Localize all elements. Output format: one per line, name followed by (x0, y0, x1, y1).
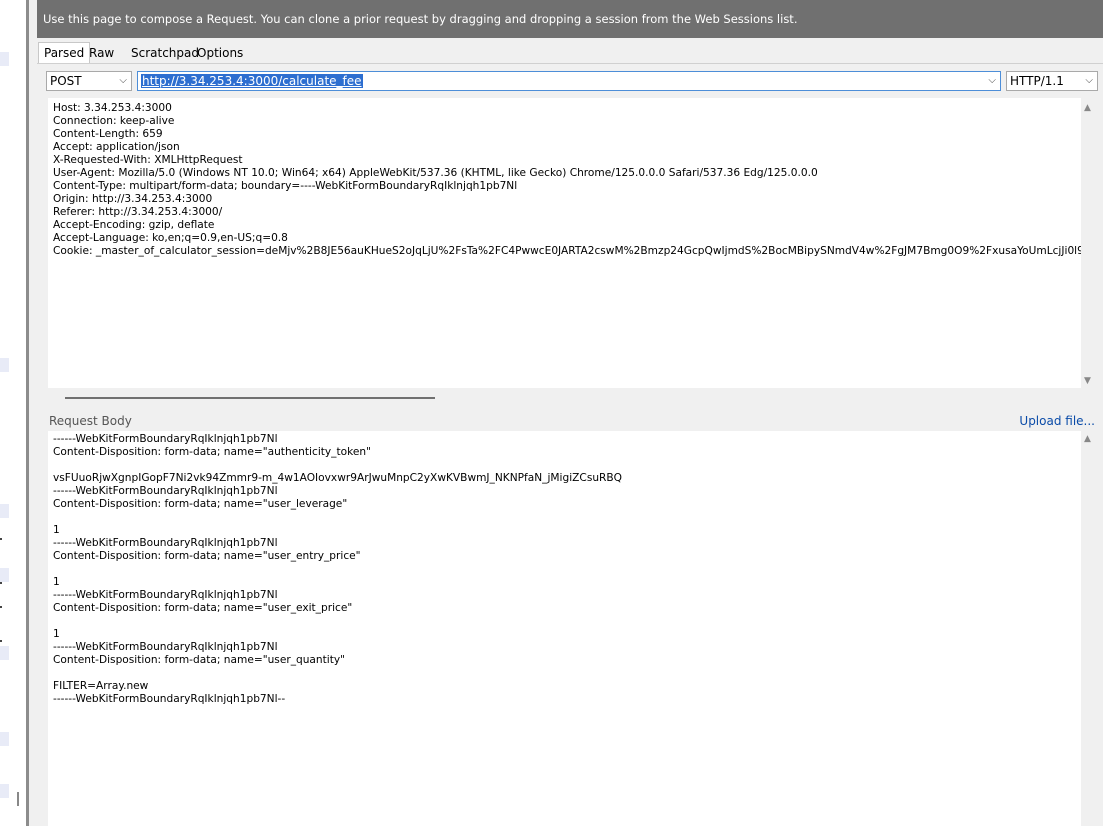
chevron-down-icon[interactable]: ⌵ (988, 72, 996, 90)
method-value: POST (50, 74, 82, 88)
session-row-edge[interactable] (0, 568, 9, 582)
upload-file-link[interactable]: Upload file... (1019, 414, 1095, 428)
body-line: 1 (53, 576, 60, 588)
tab-divider (37, 63, 1103, 64)
headers-vertical-scrollbar[interactable]: ▲ ▼ (1081, 98, 1097, 390)
splitter-grip[interactable] (17, 792, 19, 806)
scrollbar-thumb[interactable] (65, 397, 435, 399)
body-line: ------WebKitFormBoundaryRqIklnjqh1pb7Nl (53, 641, 278, 653)
header-line: Host: 3.34.253.4:3000 (53, 102, 172, 114)
session-row-edge[interactable] (0, 52, 9, 66)
chevron-down-icon[interactable]: ⌵ (1085, 72, 1093, 90)
session-row-edge[interactable] (0, 358, 9, 372)
body-line (53, 667, 1081, 680)
body-line: Content-Disposition: form-data; name="us… (53, 498, 348, 510)
body-line: ------WebKitFormBoundaryRqIklnjqh1pb7Nl (53, 485, 278, 497)
header-line: Content-Length: 659 (53, 128, 163, 140)
header-line: X-Requested-With: XMLHttpRequest (53, 154, 243, 166)
body-line: ------WebKitFormBoundaryRqIklnjqh1pb7Nl (53, 589, 278, 601)
header-line: Cookie: _master_of_calculator_session=de… (53, 245, 1081, 257)
scroll-up-icon[interactable]: ▲ (1084, 434, 1091, 444)
header-line: Content-Type: multipart/form-data; bound… (53, 180, 518, 192)
request-headers-editor[interactable]: Host: 3.34.253.4:3000 Connection: keep-al… (48, 98, 1081, 388)
info-banner: Use this page to compose a Request. You … (37, 0, 1103, 38)
body-line: ------WebKitFormBoundaryRqIklnjqh1pb7Nl-… (53, 693, 286, 705)
url-value: http://3.34.253.4:3000/calculate_fee (141, 74, 363, 88)
sessions-pane-edge (0, 0, 26, 826)
headers-horizontal-scrollbar[interactable] (48, 389, 1081, 406)
body-line (53, 459, 1081, 472)
body-line: Content-Disposition: form-data; name="us… (53, 654, 346, 666)
header-line: Accept-Language: ko,en;q=0.9,en-US;q=0.8 (53, 232, 288, 244)
body-vertical-scrollbar[interactable]: ▲ (1081, 431, 1097, 826)
session-row-edge[interactable] (0, 646, 9, 660)
pane-splitter[interactable] (17, 0, 36, 826)
tab-raw[interactable]: Raw (84, 44, 119, 63)
body-line (53, 563, 1081, 576)
session-row-marker (0, 606, 2, 608)
body-line (53, 615, 1081, 628)
body-line: Content-Disposition: form-data; name="us… (53, 602, 353, 614)
header-line: Accept: application/json (53, 141, 180, 153)
header-line: Accept-Encoding: gzip, deflate (53, 219, 215, 231)
request-body-editor[interactable]: ------WebKitFormBoundaryRqIklnjqh1pb7Nl C… (48, 431, 1081, 826)
body-line: 1 (53, 524, 60, 536)
body-line: 1 (53, 628, 60, 640)
http-version-select[interactable]: HTTP/1.1 ⌵ (1006, 71, 1098, 91)
body-line: Content-Disposition: form-data; name="au… (53, 446, 371, 458)
session-row-edge[interactable] (0, 732, 9, 746)
http-version-value: HTTP/1.1 (1010, 74, 1064, 88)
body-line: Content-Disposition: form-data; name="us… (53, 550, 361, 562)
session-row-marker (0, 582, 2, 584)
body-line: ------WebKitFormBoundaryRqIklnjqh1pb7Nl (53, 537, 278, 549)
body-line: FILTER=Array.new (53, 680, 149, 692)
header-line: Connection: keep-alive (53, 115, 175, 127)
splitter-line (26, 0, 29, 826)
session-row-edge[interactable] (0, 784, 9, 798)
header-line: Referer: http://3.34.253.4:3000/ (53, 206, 223, 218)
header-line: Origin: http://3.34.253.4:3000 (53, 193, 213, 205)
session-row-marker (0, 640, 2, 642)
chevron-down-icon[interactable]: ⌵ (119, 72, 127, 90)
method-select[interactable]: POST ⌵ (46, 71, 132, 91)
tab-options[interactable]: Options (192, 44, 248, 63)
url-input[interactable]: http://3.34.253.4:3000/calculate_fee ⌵ (137, 71, 1001, 91)
scroll-up-icon[interactable]: ▲ (1084, 103, 1091, 113)
header-line: User-Agent: Mozilla/5.0 (Windows NT 10.0… (53, 167, 818, 179)
session-row-edge[interactable] (0, 504, 9, 518)
session-row-marker (0, 538, 2, 540)
body-line: ------WebKitFormBoundaryRqIklnjqh1pb7Nl (53, 433, 278, 445)
body-line: vsFUuoRjwXgnpIGopF7Ni2vk94Zmmr9-m_4w1AOI… (53, 472, 623, 484)
tab-parsed[interactable]: Parsed (38, 42, 91, 64)
body-line (53, 511, 1081, 524)
scroll-down-icon[interactable]: ▼ (1084, 376, 1091, 386)
request-body-label: Request Body (49, 414, 132, 428)
